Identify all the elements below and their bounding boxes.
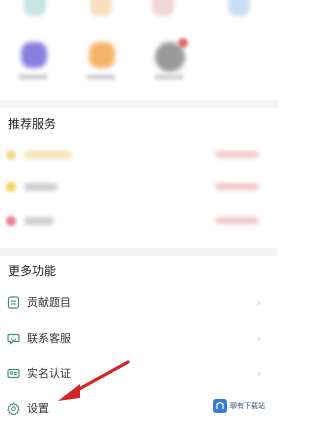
menu-label: 贡献题目 xyxy=(27,296,71,309)
app-icon-5[interactable] xyxy=(21,42,47,68)
menu-item-real-name[interactable]: 实名认证 › xyxy=(0,355,277,391)
watermark: 聊有下载站 xyxy=(213,395,275,417)
service-icon-1 xyxy=(6,150,16,160)
chevron-right-icon: › xyxy=(256,295,261,309)
section-divider-2 xyxy=(0,248,277,256)
app-icon-2[interactable] xyxy=(90,0,112,16)
app-icon-1[interactable] xyxy=(24,0,46,16)
service-text-1 xyxy=(24,151,72,159)
app-icon-4[interactable] xyxy=(228,0,250,16)
recommended-section-title: 推荐服务 xyxy=(8,117,57,131)
menu-label: 联系客服 xyxy=(27,332,71,345)
id-card-icon xyxy=(6,366,20,380)
gear-icon xyxy=(6,401,20,415)
menu-item-customer-service[interactable]: 联系客服 › xyxy=(0,320,277,356)
top-icon-row xyxy=(0,0,277,26)
app-label-6 xyxy=(86,74,116,80)
service-meta-3 xyxy=(215,217,259,224)
service-row-3[interactable] xyxy=(0,204,277,244)
app-label-5 xyxy=(18,74,48,80)
list-doc-icon xyxy=(6,295,20,309)
app-icon-6[interactable] xyxy=(89,42,115,68)
watermark-text: 聊有下载站 xyxy=(230,402,265,410)
menu-label: 实名认证 xyxy=(27,367,71,380)
service-text-2 xyxy=(24,183,58,191)
app-icon-row xyxy=(0,34,277,94)
service-meta-1 xyxy=(215,151,259,158)
service-meta-2 xyxy=(215,183,259,190)
menu-item-contribute[interactable]: 贡献题目 › xyxy=(0,284,277,320)
service-icon-3 xyxy=(6,216,16,226)
app-icon-3[interactable] xyxy=(152,0,174,16)
service-icon-2 xyxy=(6,182,16,192)
watermark-logo-icon xyxy=(213,399,227,413)
chevron-right-icon: › xyxy=(256,366,261,380)
chat-bubble-icon xyxy=(6,331,20,345)
chevron-right-icon: › xyxy=(256,331,261,345)
badge-dot xyxy=(178,38,188,48)
section-divider xyxy=(0,100,277,108)
service-text-3 xyxy=(24,217,54,225)
app-label-7 xyxy=(154,74,184,80)
more-section-title: 更多功能 xyxy=(8,264,57,278)
menu-label: 设置 xyxy=(27,402,49,415)
